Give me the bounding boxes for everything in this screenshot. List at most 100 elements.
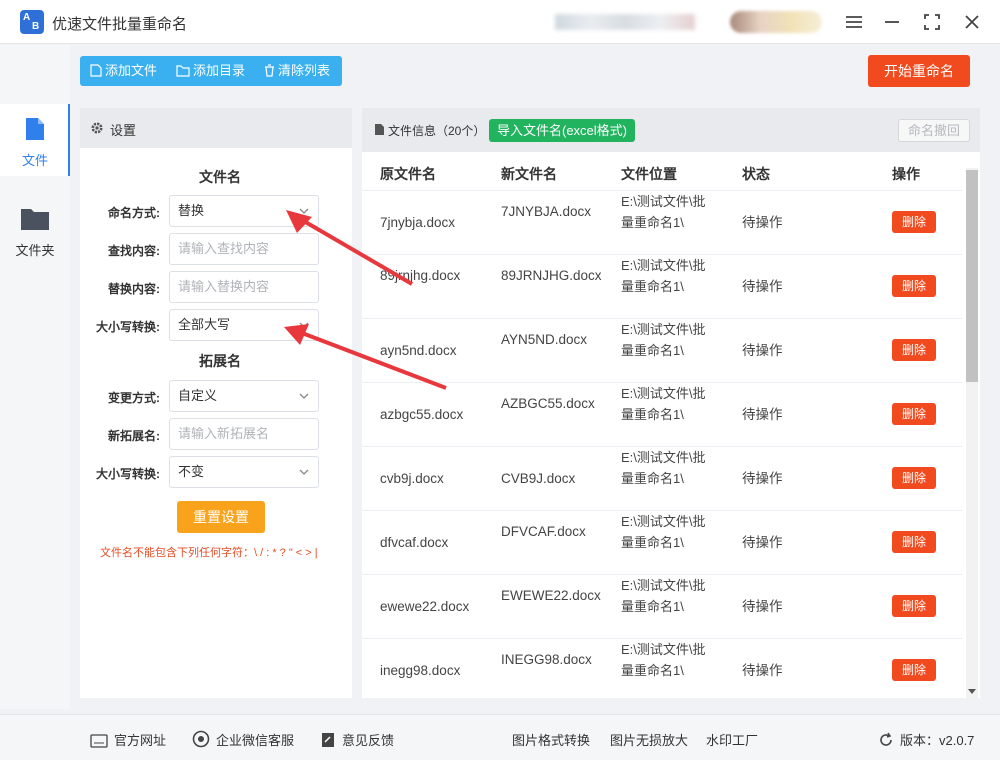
delete-button[interactable]: 删除 — [892, 211, 936, 233]
new-name-cell: 89JRNJHG.docx — [501, 268, 602, 283]
title-bar: A B 优速文件批量重命名 — [0, 0, 1000, 44]
delete-button[interactable]: 删除 — [892, 275, 936, 297]
table-row[interactable]: 7jnybja.docx 7JNYBJA.docx E:\测试文件\批量重命名1\ 待… — [362, 190, 962, 254]
delete-button[interactable]: 删除 — [892, 659, 936, 681]
original-name-cell: cvb9j.docx — [380, 471, 444, 486]
chevron-down-icon — [299, 393, 309, 399]
app-title: 优速文件批量重命名 — [52, 16, 188, 33]
add-folder-icon — [176, 65, 190, 77]
find-content-input[interactable]: 请输入查找内容 — [169, 233, 319, 265]
new-name-cell: CVB9J.docx — [501, 471, 576, 486]
clear-list-button[interactable]: 清除列表 — [264, 56, 330, 86]
col-action: 操作 — [892, 166, 920, 182]
table-row[interactable]: azbgc55.docx AZBGC55.docx E:\测试文件\批量重命名1\ 待… — [362, 382, 962, 446]
table-row[interactable]: inegg98.docx INEGG98.docx E:\测试文件\批量重命名1\ 待… — [362, 638, 962, 698]
filename-warning: 文件名不能包含下列任何字符：\ / : * ? " < > | — [100, 547, 318, 559]
minimize-icon[interactable] — [880, 10, 904, 34]
blurred-account-info — [555, 14, 695, 30]
original-name-cell: ewewe22.docx — [380, 599, 470, 614]
add-file-button[interactable]: 添加文件 — [90, 56, 157, 86]
wechat-support-link[interactable]: 企业微信客服 — [192, 730, 294, 749]
table-row[interactable]: ewewe22.docx EWEWE22.docx E:\测试文件\批量重命名1\ 待… — [362, 574, 962, 638]
wechat-icon — [192, 730, 210, 748]
find-content-label: 查找内容: — [108, 244, 160, 258]
col-status: 状态 — [742, 166, 770, 182]
table-row[interactable]: 89jrnjhg.docx 89JRNJHG.docx E:\测试文件\批量重命名1… — [362, 254, 962, 318]
chevron-down-icon — [299, 469, 309, 475]
status-cell: 待操作 — [742, 343, 783, 358]
add-file-icon — [90, 64, 102, 77]
delete-button[interactable]: 删除 — [892, 531, 936, 553]
trash-icon — [265, 64, 274, 77]
delete-button[interactable]: 删除 — [892, 403, 936, 425]
image-lossless-enlarge-link[interactable]: 图片无损放大 — [610, 730, 688, 749]
change-mode-select[interactable]: 自定义 — [169, 380, 319, 412]
replace-content-label: 替换内容: — [108, 282, 160, 296]
footer: 官方网址 企业微信客服 意见反馈 图片格式转换 图片无损放大 水印工厂 版本：v… — [0, 714, 1000, 760]
nav-item-folder[interactable]: 文件夹 — [0, 194, 70, 266]
website-icon — [90, 734, 108, 748]
location-cell: E:\测试文件\批量重命名1\ — [621, 194, 706, 230]
undo-rename-button[interactable]: 命名撤回 — [898, 119, 970, 142]
location-cell: E:\测试文件\批量重命名1\ — [621, 578, 706, 614]
location-cell: E:\测试文件\批量重命名1\ — [621, 450, 706, 486]
nav-item-file[interactable]: 文件 — [0, 104, 70, 176]
new-name-cell: AZBGC55.docx — [501, 396, 595, 411]
table-row[interactable]: dfvcaf.docx DFVCAF.docx E:\测试文件\批量重命名1\ 待操作… — [362, 510, 962, 574]
settings-panel: 设置 文件名 命名方式: 替换 查找内容: 请输入查找内容 替换内容: 请输入替… — [80, 108, 352, 698]
naming-mode-select[interactable]: 替换 — [169, 195, 319, 227]
official-website-link[interactable]: 官方网址 — [90, 730, 166, 749]
scroll-down-icon[interactable] — [967, 688, 977, 696]
maximize-icon[interactable] — [920, 10, 944, 34]
status-cell: 待操作 — [742, 279, 783, 294]
close-icon[interactable] — [960, 10, 984, 34]
folder-icon — [21, 209, 49, 230]
toolbar: 添加文件 添加目录 清除列表 — [80, 56, 342, 86]
extension-case-select[interactable]: 不变 — [169, 456, 319, 488]
delete-button[interactable]: 删除 — [892, 595, 936, 617]
original-name-cell: inegg98.docx — [380, 663, 461, 678]
status-cell: 待操作 — [742, 407, 783, 422]
delete-button[interactable]: 删除 — [892, 339, 936, 361]
feedback-link[interactable]: 意见反馈 — [320, 730, 394, 749]
case-conversion-select[interactable]: 全部大写 — [169, 309, 319, 341]
version-info[interactable]: 版本：v2.0.7 — [878, 730, 974, 749]
reset-settings-button[interactable]: 重置设置 — [177, 501, 265, 533]
extension-section-title: 拓展名 — [199, 353, 241, 369]
import-excel-button[interactable]: 导入文件名(excel格式) — [489, 119, 636, 142]
file-info-panel: 文件信息（20个） 导入文件名(excel格式) 命名撤回 原文件名 新文件名 … — [362, 108, 980, 698]
status-cell: 待操作 — [742, 215, 783, 230]
start-rename-button[interactable]: 开始重命名 — [868, 55, 970, 87]
original-name-cell: ayn5nd.docx — [380, 343, 457, 358]
table-row[interactable]: ayn5nd.docx AYN5ND.docx E:\测试文件\批量重命名1\ 待操作… — [362, 318, 962, 382]
original-name-cell: azbgc55.docx — [380, 407, 464, 422]
chevron-down-icon — [299, 322, 309, 328]
location-cell: E:\测试文件\批量重命名1\ — [621, 258, 706, 294]
extension-case-label: 大小写转换: — [96, 467, 160, 481]
original-name-cell: 7jnybja.docx — [380, 215, 456, 230]
location-cell: E:\测试文件\批量重命名1\ — [621, 322, 706, 358]
menu-icon[interactable] — [842, 10, 866, 34]
new-name-cell: DFVCAF.docx — [501, 524, 586, 539]
status-cell: 待操作 — [742, 535, 783, 550]
add-directory-button[interactable]: 添加目录 — [176, 56, 245, 86]
file-icon — [26, 118, 44, 140]
change-mode-label: 变更方式: — [108, 391, 160, 405]
col-new-name: 新文件名 — [501, 166, 557, 182]
watermark-factory-link[interactable]: 水印工厂 — [706, 730, 758, 749]
delete-button[interactable]: 删除 — [892, 467, 936, 489]
chevron-down-icon — [299, 208, 309, 214]
blurred-user-avatar[interactable] — [730, 11, 822, 33]
status-cell: 待操作 — [742, 471, 783, 486]
new-extension-input[interactable]: 请输入新拓展名 — [169, 418, 319, 450]
app-logo: A B — [20, 10, 44, 34]
replace-content-input[interactable]: 请输入替换内容 — [169, 271, 319, 303]
new-name-cell: INEGG98.docx — [501, 652, 592, 667]
location-cell: E:\测试文件\批量重命名1\ — [621, 386, 706, 422]
table-row[interactable]: cvb9j.docx CVB9J.docx E:\测试文件\批量重命名1\ 待操作 删除 — [362, 446, 962, 510]
left-nav: 文件 文件夹 — [0, 44, 70, 709]
new-name-cell: 7JNYBJA.docx — [501, 204, 592, 219]
image-format-convert-link[interactable]: 图片格式转换 — [512, 730, 590, 749]
scrollbar-thumb[interactable] — [966, 170, 978, 382]
filename-section-title: 文件名 — [199, 169, 241, 185]
